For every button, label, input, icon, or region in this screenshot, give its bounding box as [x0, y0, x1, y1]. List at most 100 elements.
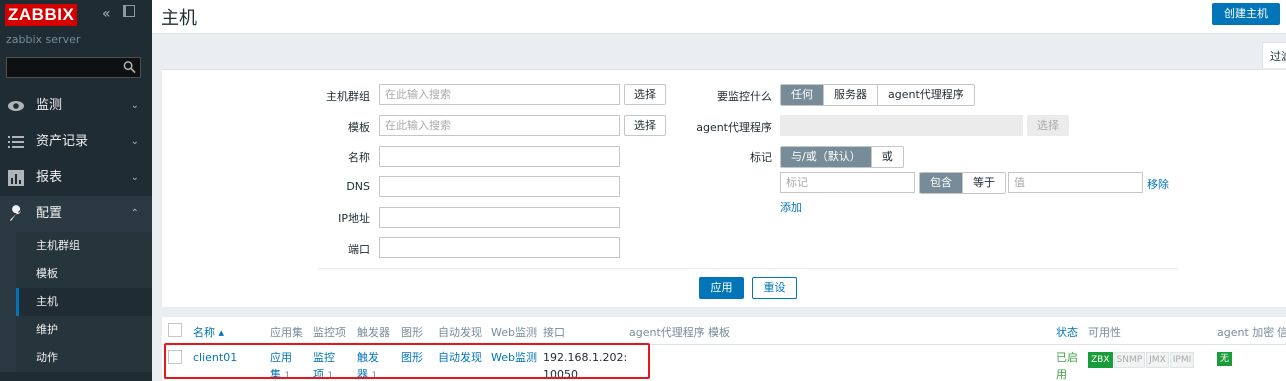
tag-value-input[interactable]: 值	[1008, 172, 1143, 193]
sidebar-search-input[interactable]	[6, 57, 141, 78]
menu-item-reports[interactable]: 报表 ⌄	[0, 160, 152, 196]
name-field[interactable]	[379, 146, 620, 167]
discovery-link[interactable]: 自动发现	[438, 349, 482, 366]
snmp-badge: SNMP	[1113, 352, 1146, 368]
collapse-sidebar-icon[interactable]: «	[102, 6, 111, 22]
column-header-info: 信	[1277, 326, 1286, 339]
triggers-link[interactable]: 器 1	[357, 366, 377, 381]
items-link[interactable]: 监控	[313, 349, 335, 366]
remove-tag-link[interactable]: 移除	[1147, 176, 1169, 192]
filter-divider	[317, 268, 1179, 269]
chevron-up-icon: ⌃	[130, 208, 139, 219]
ipmi-badge: IPMI	[1169, 352, 1195, 368]
tags-mode-or[interactable]: 或	[870, 147, 903, 167]
applications-link[interactable]: 集 1	[270, 366, 290, 381]
filter-panel: 主机群组 在此输入搜索 选择 模板 在此输入搜索 选择 名称 DNS IP地址 …	[162, 69, 1286, 307]
templates-label: 模板	[348, 121, 370, 134]
tag-name-input[interactable]: 标记	[780, 172, 915, 193]
submenu-item-actions[interactable]: 动作	[16, 344, 152, 372]
add-tag-link[interactable]: 添加	[780, 199, 802, 215]
column-header-items: 监控项	[313, 326, 346, 339]
reset-button[interactable]: 重设	[752, 277, 797, 299]
menu-item-label: 监测	[36, 98, 63, 113]
port-field[interactable]	[379, 237, 620, 258]
triggers-link-suffix: 器	[357, 368, 368, 381]
graphs-link[interactable]: 图形	[401, 349, 423, 366]
apply-button[interactable]: 应用	[699, 277, 744, 299]
applications-link-suffix: 集	[270, 368, 281, 381]
tags-mode-and-or[interactable]: 与/或（默认）	[781, 147, 871, 167]
interface-port: 10050	[543, 368, 578, 381]
templates-select-button[interactable]: 选择	[624, 115, 666, 136]
proxy-input	[780, 115, 1023, 136]
hosts-table: 名称 ▴ 应用集 监控项 触发器 图形 自动发现 Web监测 接口 agent代…	[162, 317, 1286, 381]
search-icon[interactable]	[123, 60, 136, 74]
column-header-triggers: 触发器	[357, 326, 390, 339]
status-link[interactable]: 已启	[1056, 349, 1078, 366]
server-name: zabbix server	[6, 33, 81, 46]
host-groups-select-button[interactable]: 选择	[624, 84, 666, 105]
row-checkbox[interactable]	[168, 350, 182, 364]
jmx-badge: JMX	[1146, 352, 1169, 368]
column-header-availability: 可用性	[1088, 326, 1121, 339]
templates-input[interactable]: 在此输入搜索	[379, 115, 620, 136]
submenu-item-maintenance[interactable]: 维护	[16, 316, 152, 344]
web-link[interactable]: Web监测	[491, 349, 537, 366]
column-header-name[interactable]: 名称 ▴	[193, 324, 224, 340]
dns-label: DNS	[346, 180, 370, 193]
encryption-badge: 无	[1217, 352, 1233, 366]
host-groups-input[interactable]: 在此输入搜索	[379, 84, 620, 105]
menu-item-monitoring[interactable]: 监测 ⌄	[0, 88, 152, 124]
name-label: 名称	[348, 151, 370, 164]
column-header-proxy: agent代理程序	[629, 326, 705, 339]
menu-item-inventory[interactable]: 资产记录 ⌄	[0, 124, 152, 160]
port-label: 端口	[348, 243, 370, 256]
availability-badges: ZBX SNMP JMX IPMI	[1088, 352, 1195, 368]
monitored-by-server[interactable]: 服务器	[823, 85, 877, 105]
tag-operator-equals[interactable]: 等于	[962, 173, 1005, 193]
tag-operator-contains[interactable]: 包含	[920, 173, 962, 193]
menu-item-configuration[interactable]: 配置 ⌃	[0, 196, 152, 232]
applications-link[interactable]: 应用	[270, 349, 292, 366]
monitored-by-proxy[interactable]: agent代理程序	[877, 85, 974, 105]
dns-field[interactable]	[379, 176, 620, 197]
kiosk-mode-icon[interactable]	[123, 5, 135, 17]
column-header-status[interactable]: 状态	[1056, 324, 1078, 340]
column-header-applications: 应用集	[270, 326, 303, 339]
zabbix-logo[interactable]: ZABBIX	[5, 4, 78, 26]
ip-field[interactable]	[379, 207, 620, 228]
monitored-by-any[interactable]: 任何	[781, 85, 823, 105]
page-title: 主机	[161, 8, 197, 29]
sidebar: ZABBIX « zabbix server 监测 ⌄ 资产记录 ⌄ 报表 ⌄ …	[0, 0, 152, 381]
column-header-web: Web监测	[491, 326, 537, 339]
header-divider	[162, 344, 1286, 345]
monitored-by-label: 要监控什么	[717, 90, 772, 103]
tab-filter[interactable]: 过滤器	[1262, 42, 1286, 68]
submenu-item-templates[interactable]: 模板	[16, 260, 152, 288]
chevron-down-icon: ⌄	[130, 100, 139, 111]
menu-item-label: 配置	[36, 206, 63, 221]
host-name-link[interactable]: client01	[193, 349, 237, 366]
monitored-by-toggle: 任何 服务器 agent代理程序	[780, 84, 975, 106]
page-header: 主机 创建主机	[152, 0, 1286, 34]
ip-label: IP地址	[338, 212, 370, 225]
select-all-checkbox[interactable]	[168, 323, 182, 337]
tag-operator-toggle: 包含 等于	[919, 172, 1006, 194]
eye-icon	[8, 101, 24, 111]
column-header-templates: 模板	[708, 326, 730, 339]
items-link[interactable]: 项 1	[313, 366, 333, 381]
menu-item-label: 资产记录	[36, 134, 89, 149]
triggers-link[interactable]: 触发	[357, 349, 379, 366]
submenu-item-hosts[interactable]: 主机	[16, 288, 152, 316]
chevron-down-icon: ⌄	[130, 136, 139, 147]
tags-mode-toggle: 与/或（默认） 或	[780, 146, 904, 168]
status-link-suffix[interactable]: 用	[1056, 366, 1067, 381]
triggers-count: 1	[371, 371, 378, 381]
wrench-icon	[10, 205, 21, 221]
create-host-button[interactable]: 创建主机	[1212, 3, 1280, 25]
column-header-discovery: 自动发现	[438, 326, 482, 339]
column-header-encryption: agent 加密	[1217, 326, 1275, 339]
bar-chart-icon	[8, 170, 24, 186]
submenu-item-host-groups[interactable]: 主机群组	[16, 232, 152, 260]
menu-item-label: 报表	[36, 170, 63, 185]
